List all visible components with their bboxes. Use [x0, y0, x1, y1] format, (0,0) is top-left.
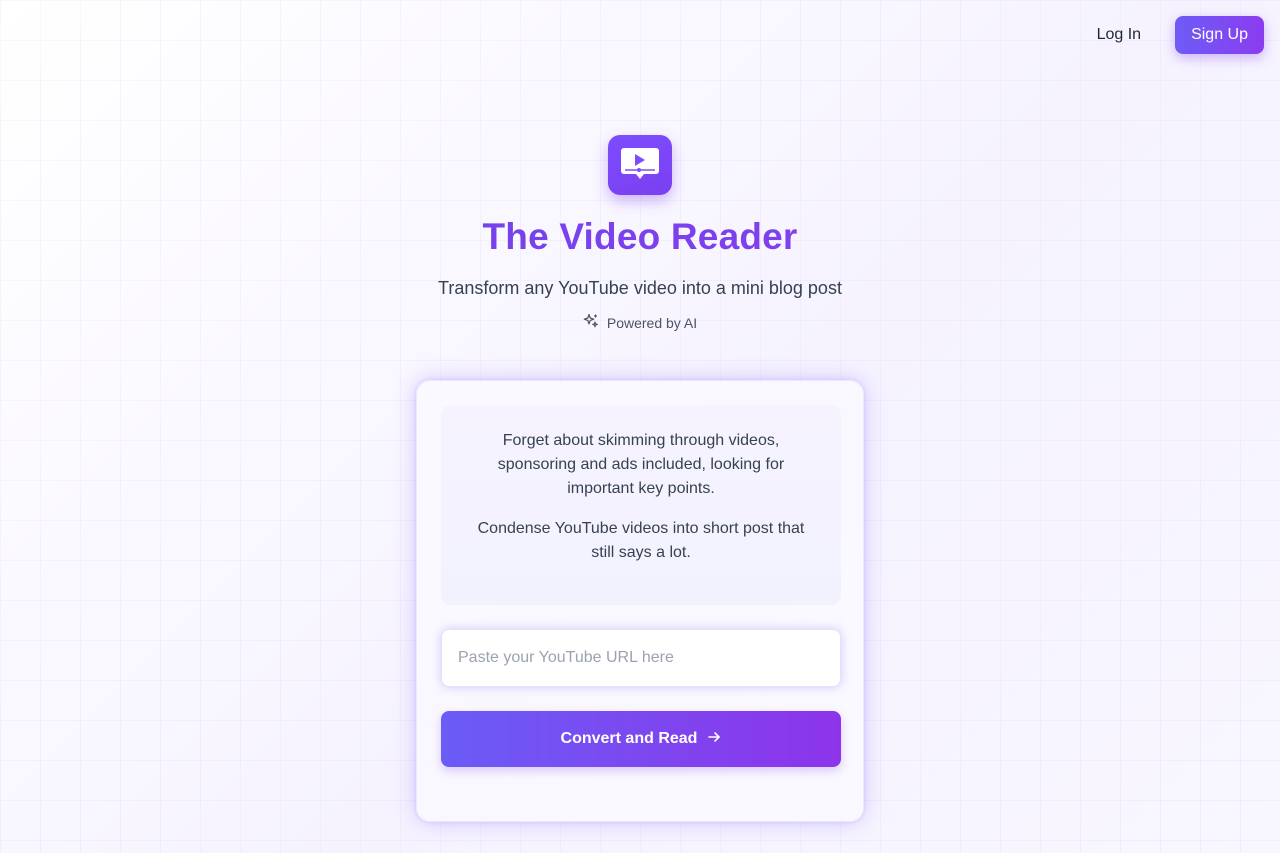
powered-by-ai: Powered by AI — [0, 313, 1280, 332]
converter-card: Forget about skimming through videos, sp… — [416, 380, 864, 822]
signup-button[interactable]: Sign Up — [1175, 16, 1264, 54]
page-title: The Video Reader — [0, 216, 1280, 258]
info-paragraph-2: Condense YouTube videos into short post … — [477, 520, 805, 561]
info-paragraph-1: Forget about skimming through videos, sp… — [497, 432, 785, 497]
convert-and-read-button[interactable]: Convert and Read — [441, 711, 841, 767]
powered-by-label: Powered by AI — [606, 314, 698, 331]
arrow-right-icon — [707, 730, 721, 749]
video-reader-logo-icon — [608, 135, 672, 195]
sparkles-icon — [583, 313, 599, 332]
login-button[interactable]: Log In — [1081, 16, 1157, 54]
convert-button-label: Convert and Read — [560, 730, 698, 747]
page-subtitle: Transform any YouTube video into a mini … — [438, 278, 842, 298]
youtube-url-input[interactable] — [441, 629, 841, 687]
header-nav: Log In Sign Up — [1081, 16, 1264, 54]
info-box: Forget about skimming through videos, sp… — [441, 405, 841, 605]
